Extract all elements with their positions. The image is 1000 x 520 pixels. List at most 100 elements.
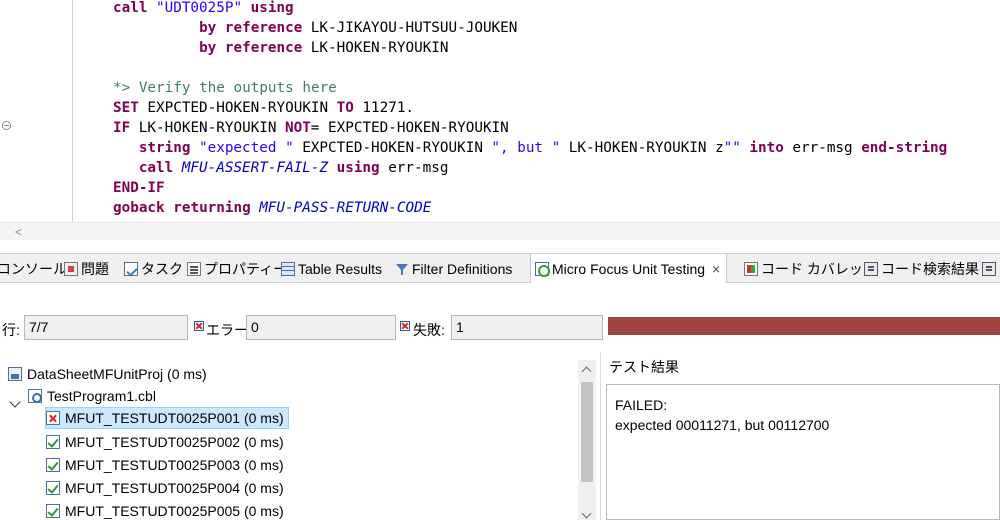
close-icon[interactable]: × bbox=[712, 261, 720, 277]
runs-label: 行: bbox=[2, 322, 20, 338]
code-token: ", but " bbox=[491, 140, 561, 156]
error-icon bbox=[194, 321, 204, 331]
tree-node-label: MFUT_TESTUDT0025P002 (0 ms) bbox=[65, 434, 284, 450]
problems-icon bbox=[64, 261, 78, 276]
tab-label: プロパティー bbox=[204, 260, 288, 277]
test-tree: DataSheetMFUnitProj (0 ms) TestProgram1.… bbox=[0, 360, 580, 520]
tree-node-label: MFUT_TESTUDT0025P003 (0 ms) bbox=[65, 457, 284, 473]
code-token: LK-JIKAYOU-HUTSUU-JOUKEN bbox=[310, 20, 518, 36]
tab-label: コード検索結果 bbox=[881, 260, 979, 277]
scroll-down-icon[interactable] bbox=[581, 508, 592, 519]
code-token: "expected " bbox=[199, 140, 294, 156]
scroll-up-icon[interactable] bbox=[581, 366, 592, 377]
code-editor[interactable]: call "UDT0025P" using by reference LK-JI… bbox=[0, 0, 1000, 222]
tab-tasks[interactable]: タスク bbox=[124, 254, 183, 283]
scroll-left-icon[interactable]: < bbox=[15, 223, 22, 241]
tab-console[interactable]: コンソール bbox=[0, 254, 67, 283]
tab-label: Micro Focus Unit Testing bbox=[552, 260, 706, 277]
result-text[interactable]: FAILED: expected 00011271, but 00112700 bbox=[606, 384, 1000, 520]
tasks-icon bbox=[124, 261, 138, 276]
tree-program-node[interactable]: TestProgram1.cbl bbox=[28, 385, 156, 407]
failure-icon bbox=[400, 321, 410, 331]
code-token: err-msg bbox=[792, 140, 862, 156]
code-token: SET bbox=[113, 100, 148, 116]
code-token: EXPCTED-HOKEN-RYOUKIN bbox=[147, 100, 337, 116]
code-token: END-IF bbox=[113, 180, 165, 196]
more-views-icon bbox=[982, 261, 996, 276]
tree-node-label: MFUT_TESTUDT0025P001 (0 ms) bbox=[65, 410, 284, 426]
project-icon bbox=[8, 367, 22, 381]
code-token: = EXPCTED-HOKEN-RYOUKIN bbox=[310, 120, 509, 136]
tab-properties[interactable]: プロパティー bbox=[187, 254, 287, 283]
runs-value: 7/7 bbox=[24, 315, 188, 340]
editor-ruler bbox=[0, 0, 14, 222]
code-token: IF bbox=[113, 120, 139, 136]
code-token: MFU-ASSERT-FAIL-Z bbox=[181, 160, 329, 176]
code-token: using bbox=[242, 0, 294, 16]
errors-label: エラー: bbox=[206, 322, 252, 338]
test-passed-icon bbox=[46, 504, 60, 518]
failures-value: 1 bbox=[451, 315, 603, 340]
code-token: by reference bbox=[113, 40, 311, 56]
tree-test-node[interactable]: MFUT_TESTUDT0025P002 (0 ms) bbox=[46, 431, 284, 453]
tab-filter-definitions[interactable]: Filter Definitions bbox=[395, 254, 512, 283]
tab-table-results[interactable]: Table Results bbox=[281, 254, 382, 283]
tree-node-label: MFUT_TESTUDT0025P005 (0 ms) bbox=[65, 503, 284, 519]
test-failed-icon bbox=[46, 411, 60, 425]
code-token: err-msg bbox=[388, 160, 449, 176]
code-search-icon bbox=[864, 261, 878, 276]
scrollbar-thumb[interactable] bbox=[581, 382, 593, 482]
code-token: TO bbox=[336, 100, 363, 116]
test-passed-icon bbox=[46, 458, 60, 472]
tree-test-node[interactable]: MFUT_TESTUDT0025P001 (0 ms) bbox=[45, 407, 289, 429]
tab-code-coverage[interactable]: コード カバレッジ bbox=[744, 254, 877, 283]
tab-code-search-results[interactable]: コード検索結果 bbox=[864, 254, 979, 283]
properties-icon bbox=[187, 261, 201, 276]
code-token: 11271. bbox=[362, 100, 415, 116]
tab-label: コンソール bbox=[0, 260, 67, 277]
tab-overflow[interactable] bbox=[982, 254, 999, 283]
tab-micro-focus-unit-testing[interactable]: Micro Focus Unit Testing × bbox=[530, 254, 728, 283]
code-token: LK-HOKEN-RYOUKIN bbox=[310, 40, 449, 56]
code-token: call bbox=[113, 0, 157, 16]
code-token: into bbox=[740, 140, 793, 156]
tab-label: Filter Definitions bbox=[412, 260, 513, 277]
code-token: MFU-PASS-RETURN-CODE bbox=[259, 200, 432, 216]
failures-label: 失敗: bbox=[413, 322, 445, 338]
editor-horizontal-scrollbar[interactable]: < bbox=[0, 222, 1000, 240]
tab-label: コード カバレッジ bbox=[761, 260, 877, 277]
code-token: LK-HOKEN-RYOUKIN bbox=[138, 120, 286, 136]
code-token: "" bbox=[723, 140, 741, 156]
editor-margin-guide bbox=[72, 0, 73, 222]
tree-node-label: DataSheetMFUnitProj (0 ms) bbox=[27, 366, 207, 382]
code-token: goback returning bbox=[113, 200, 260, 216]
view-tab-bar: コンソール 問題 タスク プロパティー Table Results Filter… bbox=[0, 253, 1000, 283]
filter-icon bbox=[395, 262, 409, 276]
code-token: "UDT0025P" bbox=[156, 0, 243, 16]
cobol-file-icon bbox=[28, 389, 42, 403]
tab-label: タスク bbox=[141, 260, 183, 277]
tab-label: Table Results bbox=[298, 260, 383, 277]
code-token: end-string bbox=[861, 140, 948, 156]
tree-vertical-scrollbar[interactable] bbox=[578, 360, 596, 520]
table-results-icon bbox=[281, 261, 295, 276]
code-coverage-icon bbox=[744, 261, 758, 276]
tree-project-node[interactable]: DataSheetMFUnitProj (0 ms) bbox=[8, 363, 207, 385]
fold-collapse-icon[interactable] bbox=[2, 121, 11, 130]
tree-test-node[interactable]: MFUT_TESTUDT0025P003 (0 ms) bbox=[46, 454, 284, 476]
unit-testing-icon bbox=[535, 261, 550, 277]
tree-test-node[interactable]: MFUT_TESTUDT0025P004 (0 ms) bbox=[46, 477, 284, 499]
result-title: テスト結果 bbox=[609, 359, 679, 375]
code-token: by reference bbox=[113, 20, 311, 36]
tree-node-label: MFUT_TESTUDT0025P004 (0 ms) bbox=[65, 480, 284, 496]
pane-divider[interactable] bbox=[600, 352, 601, 520]
code-token: LK-HOKEN-RYOUKIN z bbox=[560, 140, 724, 156]
code-token: using bbox=[328, 160, 389, 176]
tab-problems[interactable]: 問題 bbox=[64, 254, 109, 283]
code-token: *> Verify the outputs here bbox=[113, 80, 337, 96]
code-token: call bbox=[113, 160, 182, 176]
tree-test-node[interactable]: MFUT_TESTUDT0025P005 (0 ms) bbox=[46, 500, 284, 520]
test-passed-icon bbox=[46, 435, 60, 449]
test-passed-icon bbox=[46, 481, 60, 495]
errors-value: 0 bbox=[246, 315, 396, 340]
